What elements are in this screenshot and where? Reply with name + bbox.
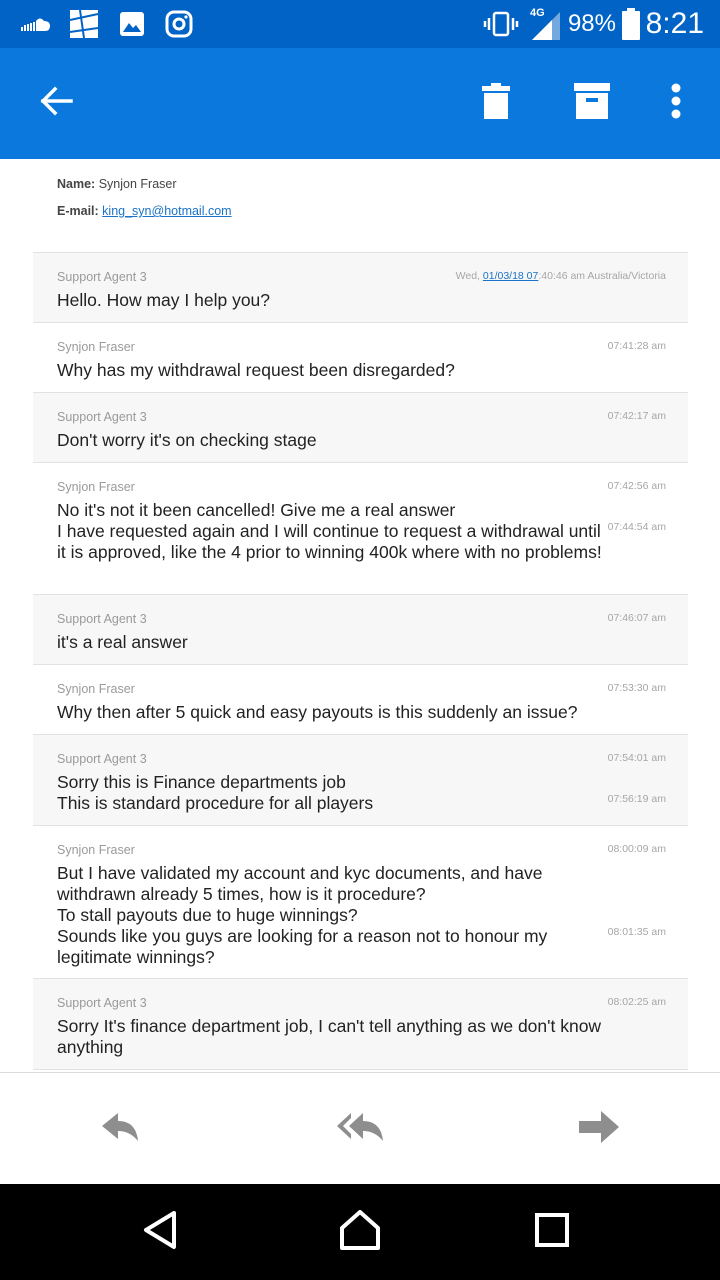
more-options-button[interactable] [656,48,696,159]
status-bar: 4G 98% 8:21 [0,0,720,48]
trash-icon [482,83,510,124]
contact-email-row: E-mail: king_syn@hotmail.com [57,204,232,218]
chat-transcript[interactable]: Name: Synjon Fraser E-mail: king_syn@hot… [0,159,720,1072]
message-item: Support Agent 3 07:46:07 am it's a real … [33,595,688,665]
message-timestamp: 07:41:28 am [607,340,666,352]
forward-button[interactable] [560,1073,640,1185]
cloud-icon [20,0,52,48]
message-text: But I have validated my account and kyc … [57,863,543,925]
instagram-icon [165,0,193,48]
email-label: E-mail: [57,204,99,218]
message-timestamp: 07:56:19 am [607,793,666,805]
name-label: Name: [57,177,96,191]
archive-button[interactable] [560,48,624,159]
message-timestamp: 08:00:09 am [607,843,666,855]
message-timestamp: 07:53:30 am [607,682,666,694]
message-item: Support Agent 3 07:54:01 am Sorry this i… [33,735,688,826]
message-sender: Synjon Fraser [57,843,135,857]
message-timestamp: 08:01:35 am [607,926,666,938]
message-text: Don't worry it's on checking stage [57,430,317,450]
timestamp-prefix: Wed, [455,270,483,282]
message-sender: Support Agent 3 [57,996,147,1010]
message-sender: Support Agent 3 [57,270,147,284]
more-vertical-icon [671,83,681,124]
contact-name-row: Name: Synjon Fraser [57,177,177,191]
message-text: it's a real answer [57,632,188,652]
nav-recents-button[interactable] [512,1184,592,1280]
delete-button[interactable] [466,48,526,159]
battery-percent: 98% [567,10,616,37]
nav-home-icon [339,1209,381,1256]
reply-icon [100,1111,140,1148]
message-sender: Support Agent 3 [57,410,147,424]
message-text: I have requested again and I will contin… [57,521,602,562]
timestamp-suffix: :40:46 am Australia/Victoria [538,270,666,282]
battery-icon [622,0,640,48]
archive-icon [574,83,610,124]
message-text: Hello. How may I help you? [57,290,271,310]
reply-all-icon [335,1111,385,1148]
signal-icon: 4G [528,0,564,48]
message-item: Synjon Fraser 07:53:30 am Why then after… [33,665,688,735]
message-text: This is standard procedure for all playe… [57,793,374,813]
date-link[interactable]: 01/03/18 07 [483,270,538,282]
reply-button[interactable] [80,1073,160,1185]
message-timestamp: 07:44:54 am [607,521,666,533]
message-text: No it's not it been cancelled! Give me a… [57,500,456,520]
reply-all-button[interactable] [320,1073,400,1185]
back-button[interactable] [24,48,88,159]
message-item: Synjon Fraser 08:00:09 am But I have val… [33,826,688,979]
message-sender: Synjon Fraser [57,340,135,354]
message-item: Support Agent 3 Wed, 01/03/18 07:40:46 a… [33,253,688,323]
nav-back-button[interactable] [120,1184,200,1280]
message-sender: Synjon Fraser [57,682,135,696]
message-item: Synjon Fraser 07:42:56 am No it's not it… [33,463,688,595]
message-timestamp: 07:42:56 am [607,480,666,492]
forward-icon [579,1110,621,1148]
message-text: Sorry It's finance department job, I can… [57,1016,602,1057]
network-type: 4G [530,7,545,19]
nav-home-button[interactable] [320,1184,400,1280]
message-text: Sorry this is Finance departments job [57,772,346,792]
message-timestamp: 07:42:17 am [607,410,666,422]
app-bar [0,48,720,159]
message-sender: Support Agent 3 [57,612,147,626]
vibrate-icon [483,0,519,48]
message-text: Why then after 5 quick and easy payouts … [57,702,578,722]
message-timestamp: 08:02:25 am [607,996,666,1008]
message-timestamp: 07:46:07 am [607,612,666,624]
message-list: Support Agent 3 Wed, 01/03/18 07:40:46 a… [33,252,688,1070]
message-item: Synjon Fraser 07:41:28 am Why has my wit… [33,323,688,393]
message-item: Support Agent 3 08:02:25 am Sorry It's f… [33,979,688,1070]
message-timestamp: Wed, 01/03/18 07:40:46 am Australia/Vict… [456,270,666,282]
message-item: Support Agent 3 07:42:17 am Don't worry … [33,393,688,463]
arrow-left-icon [38,85,74,122]
name-value: Synjon Fraser [98,177,177,191]
bottom-toolbar [0,1072,720,1185]
map-icon [68,0,100,48]
message-sender: Synjon Fraser [57,480,135,494]
message-text: Sounds like you guys are looking for a r… [57,926,548,967]
system-nav-bar [0,1184,720,1280]
email-link[interactable]: king_syn@hotmail.com [102,204,231,218]
clock: 8:21 [645,7,704,40]
nav-back-icon [142,1210,178,1255]
nav-recents-icon [535,1212,569,1252]
image-icon [119,0,145,48]
message-timestamp: 07:54:01 am [607,752,666,764]
message-sender: Support Agent 3 [57,752,147,766]
message-text: Why has my withdrawal request been disre… [57,360,455,380]
